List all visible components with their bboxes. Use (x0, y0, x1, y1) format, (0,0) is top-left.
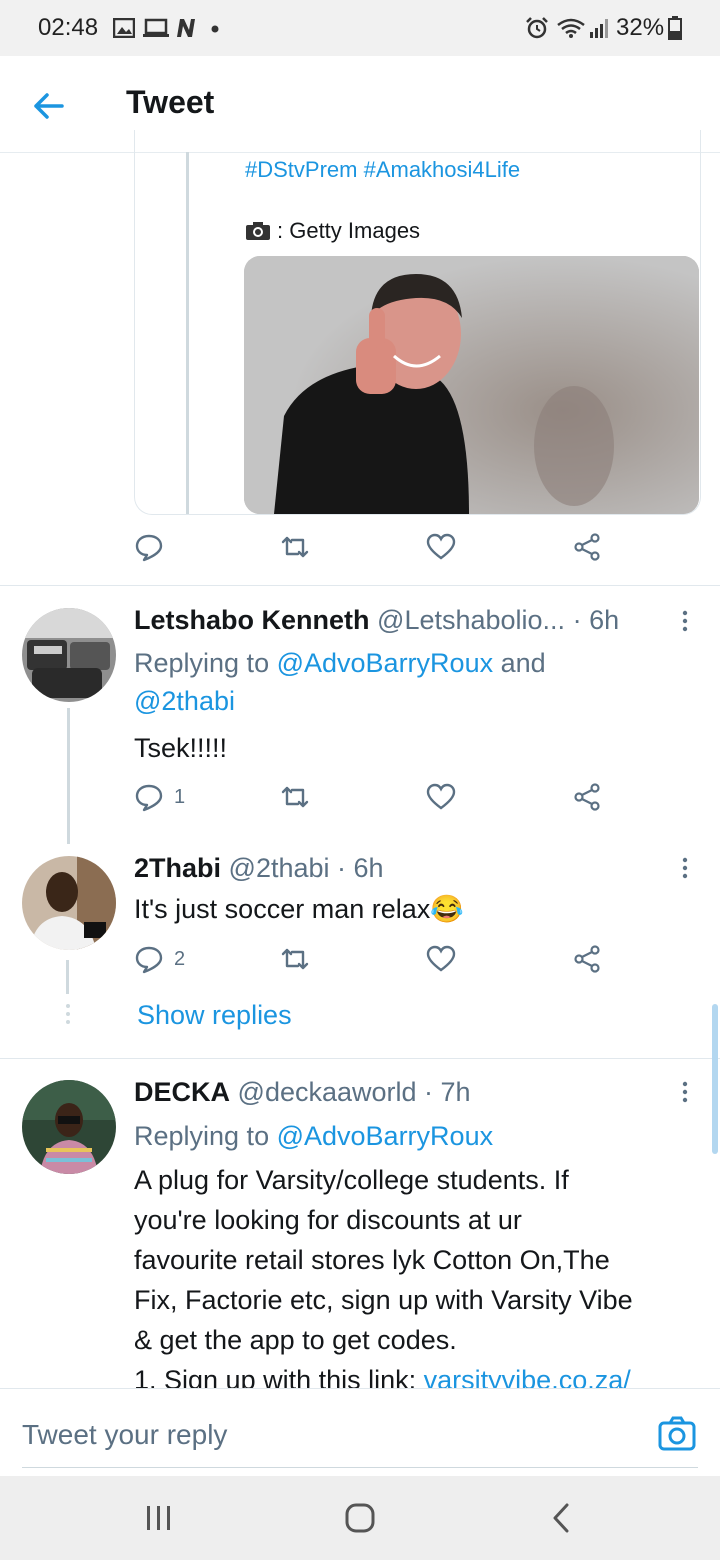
reply-actions: 2 (134, 944, 614, 980)
share-button[interactable] (572, 782, 602, 812)
reply-button[interactable]: 1 (134, 782, 185, 812)
back-arrow-icon[interactable] (28, 86, 68, 126)
more-options-icon[interactable] (681, 608, 689, 638)
avatar[interactable] (22, 1080, 116, 1174)
retweet-button[interactable] (280, 532, 310, 562)
camera-icon[interactable] (658, 1415, 696, 1453)
thread-dots (66, 960, 70, 1024)
heart-icon (426, 783, 456, 810)
tweet-author-line: 2Thabi @2thabi · 6h (134, 853, 384, 884)
divider (0, 585, 720, 586)
like-button[interactable] (426, 782, 456, 812)
reply-icon (135, 534, 163, 562)
share-button[interactable] (572, 532, 602, 562)
divider (0, 1058, 720, 1059)
avatar-person-image (22, 856, 116, 950)
reply-button[interactable] (134, 532, 164, 562)
author-name[interactable]: Letshabo Kenneth (134, 605, 370, 635)
reply-count: 1 (174, 785, 186, 808)
external-link[interactable]: varsityvibe.co.za/ (424, 1365, 631, 1388)
page-title: Tweet (126, 84, 215, 120)
share-icon (574, 533, 600, 561)
reply-button[interactable]: 2 (134, 944, 185, 974)
tweet-author-line: DECKA @deckaaworld · 7h (134, 1077, 471, 1108)
heart-icon (426, 945, 456, 972)
camera-icon (246, 222, 270, 240)
tweet-time: · 6h (572, 605, 620, 635)
alarm-icon (526, 17, 548, 39)
recent-apps-icon[interactable] (144, 1504, 174, 1532)
tweet-text: It's just soccer man relax😂 (134, 894, 464, 924)
share-icon (574, 783, 600, 811)
author-handle[interactable]: @2thabi (229, 853, 330, 883)
avatar-cars-image (22, 608, 116, 702)
scrollbar[interactable] (712, 1004, 718, 1154)
like-button[interactable] (426, 944, 456, 974)
coach-thumbs-up-image (244, 256, 699, 514)
battery-percent: 32% (616, 14, 665, 41)
mention-link[interactable]: @AdvoBarryRoux (277, 648, 494, 678)
reply-icon (135, 784, 163, 812)
tweet-text: A plug for Varsity/college students. If … (134, 1160, 704, 1388)
heart-icon (426, 533, 456, 560)
input-underline (22, 1467, 698, 1468)
avatar[interactable] (22, 856, 116, 950)
like-button[interactable] (426, 532, 456, 562)
share-button[interactable] (572, 944, 602, 974)
retweet-icon (281, 786, 309, 808)
show-replies-link[interactable]: Show replies (137, 1000, 292, 1031)
n-app-icon (177, 19, 195, 37)
reply-icon (135, 946, 163, 974)
retweet-button[interactable] (280, 782, 310, 812)
main-tweet-actions (134, 532, 614, 568)
home-icon[interactable] (344, 1502, 376, 1534)
screen-icon (143, 18, 169, 37)
wifi-icon (557, 18, 585, 38)
reply-composer: Tweet your reply (0, 1388, 720, 1477)
tweet-time: · 7h (424, 1077, 471, 1107)
system-nav-bar (0, 1476, 720, 1560)
avatar-person-image (22, 1080, 116, 1174)
back-nav-icon[interactable] (550, 1502, 572, 1534)
thread-line (186, 152, 189, 514)
photo-credit: : Getty Images (245, 218, 420, 244)
reply-count: 2 (174, 947, 186, 970)
author-handle[interactable]: @Letshabolio... (377, 605, 565, 635)
status-bar: 02:48 32% (0, 0, 720, 56)
author-name[interactable]: 2Thabi (134, 853, 221, 883)
photo-credit-text: : Getty Images (277, 218, 421, 243)
replying-to: Replying to @AdvoBarryRoux (134, 1121, 494, 1151)
author-handle[interactable]: @deckaaworld (238, 1077, 417, 1107)
share-icon (574, 945, 600, 973)
battery-icon (668, 16, 682, 40)
gallery-icon (113, 18, 135, 38)
replying-to: Replying to @AdvoBarryRoux and @2thabi (134, 648, 546, 716)
retweet-icon (281, 536, 309, 558)
tweet-text: Tsek!!!!! (134, 733, 228, 763)
retweet-icon (281, 948, 309, 970)
tweet-author-line: Letshabo Kenneth @Letshabolio... · 6h (134, 605, 619, 636)
mention-link[interactable]: @AdvoBarryRoux (277, 1121, 494, 1151)
tweet-photo[interactable] (244, 256, 699, 514)
tweet-time: · 6h (337, 853, 384, 883)
reply-actions: 1 (134, 782, 614, 818)
status-time: 02:48 (38, 14, 99, 41)
retweet-button[interactable] (280, 944, 310, 974)
hashtags-link[interactable]: #DStvPrem #Amakhosi4Life (245, 157, 520, 183)
reply-input[interactable]: Tweet your reply (22, 1419, 227, 1451)
more-options-icon[interactable] (681, 1079, 689, 1109)
author-name[interactable]: DECKA (134, 1077, 230, 1107)
more-options-icon[interactable] (681, 855, 689, 885)
mention-link[interactable]: @2thabi (134, 686, 235, 716)
signal-icon (590, 19, 608, 38)
avatar[interactable] (22, 608, 116, 702)
dot-icon (211, 25, 219, 33)
thread-line (67, 708, 70, 844)
